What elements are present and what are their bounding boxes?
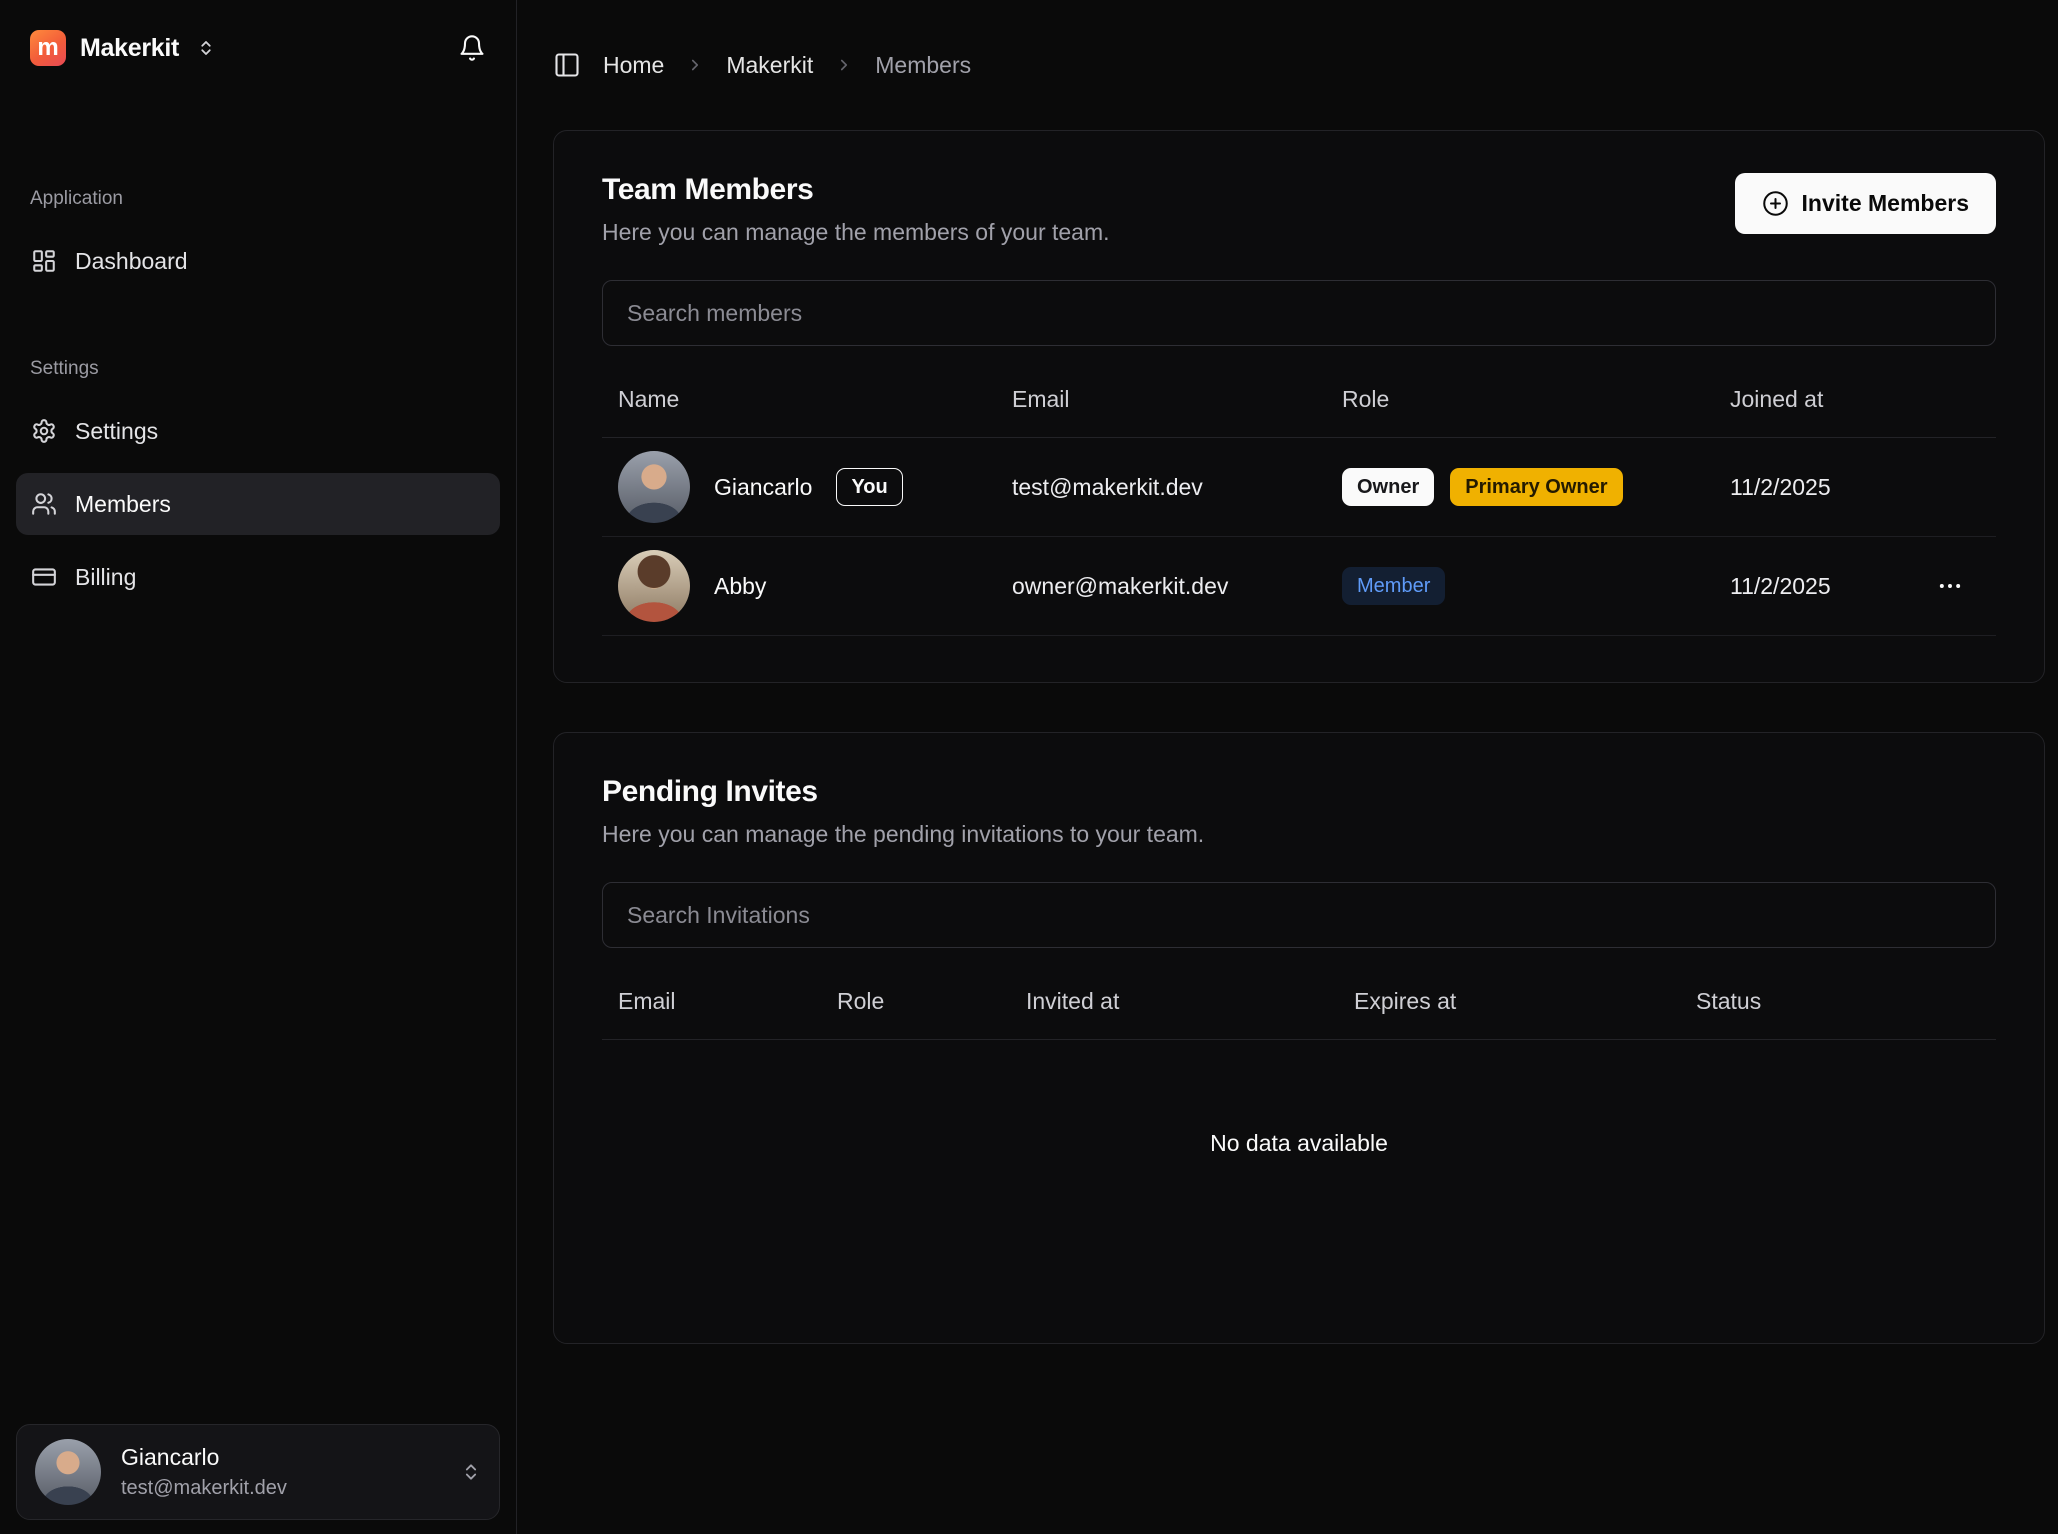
member-name: Giancarlo — [714, 474, 812, 501]
nav-list-settings: Settings Members Billing — [16, 400, 500, 608]
team-members-title: Team Members — [602, 173, 1110, 207]
pending-invites-card: Pending Invites Here you can manage the … — [553, 732, 2045, 1344]
member-email: owner@makerkit.dev — [996, 573, 1326, 600]
table-row: Giancarlo You test@makerkit.dev Owner Pr… — [602, 438, 1996, 537]
team-members-titles: Team Members Here you can manage the mem… — [602, 173, 1110, 246]
sidebar-item-label: Settings — [75, 418, 158, 445]
sidebar: m Makerkit Application Dashboard Setting… — [0, 0, 517, 1534]
breadcrumb-home[interactable]: Home — [603, 52, 664, 79]
user-avatar — [35, 1439, 101, 1505]
dashboard-icon — [31, 248, 57, 274]
team-members-subtitle: Here you can manage the members of your … — [602, 219, 1110, 246]
invites-table: Email Role Invited at Expires at Status … — [602, 962, 1996, 1297]
circle-plus-icon — [1762, 190, 1789, 217]
role-badge-owner: Owner — [1342, 468, 1434, 506]
breadcrumb: Home Makerkit Members — [553, 0, 2045, 130]
notifications-bell-icon[interactable] — [458, 34, 486, 62]
team-selector[interactable]: m Makerkit — [30, 30, 215, 66]
member-joined-cell: 11/2/2025 — [1714, 474, 1996, 501]
sidebar-item-dashboard[interactable]: Dashboard — [16, 230, 500, 292]
invite-members-label: Invite Members — [1802, 190, 1969, 217]
chevrons-up-down-icon — [197, 39, 215, 57]
search-members-input[interactable] — [602, 280, 1996, 346]
sidebar-item-billing[interactable]: Billing — [16, 546, 500, 608]
role-badge-member: Member — [1342, 567, 1445, 605]
brand-name: Makerkit — [80, 34, 179, 63]
search-invitations-input[interactable] — [602, 882, 1996, 948]
members-table-header: Name Email Role Joined at — [602, 360, 1996, 438]
user-email: test@makerkit.dev — [121, 1477, 287, 1500]
column-header-role: Role — [1326, 360, 1714, 437]
user-name: Giancarlo — [121, 1444, 287, 1471]
table-row: Abby owner@makerkit.dev Member 11/2/2025 — [602, 537, 1996, 636]
column-header-email: Email — [996, 360, 1326, 437]
member-avatar — [618, 451, 690, 523]
pending-invites-subtitle: Here you can manage the pending invitati… — [602, 821, 1996, 848]
invites-table-header: Email Role Invited at Expires at Status — [602, 962, 1996, 1040]
pending-invites-title: Pending Invites — [602, 775, 1996, 809]
sidebar-item-label: Billing — [75, 564, 136, 591]
sidebar-toggle-icon[interactable] — [553, 51, 581, 79]
sidebar-section-application: Application — [16, 188, 500, 210]
chevrons-up-down-icon — [461, 1462, 481, 1482]
column-header-role: Role — [821, 962, 1010, 1039]
sidebar-item-settings[interactable]: Settings — [16, 400, 500, 462]
member-joined-date: 11/2/2025 — [1730, 474, 1831, 501]
chevron-right-icon — [835, 56, 853, 74]
ellipsis-icon — [1936, 572, 1964, 600]
empty-state-text: No data available — [602, 1040, 1996, 1297]
nav-list-application: Dashboard — [16, 230, 500, 292]
member-name-cell: Abby — [602, 550, 996, 622]
breadcrumb-members: Members — [875, 52, 971, 79]
column-header-name: Name — [602, 360, 996, 437]
breadcrumb-makerkit[interactable]: Makerkit — [726, 52, 813, 79]
member-role-cell: Owner Primary Owner — [1326, 468, 1714, 506]
members-table: Name Email Role Joined at Giancarlo You … — [602, 360, 1996, 636]
team-members-card: Team Members Here you can manage the mem… — [553, 130, 2045, 683]
credit-card-icon — [31, 564, 57, 590]
role-badge-primary-owner: Primary Owner — [1450, 468, 1622, 506]
sidebar-section-settings: Settings — [16, 358, 500, 380]
row-actions-menu-button[interactable] — [1930, 566, 1970, 606]
brand-logo-letter: m — [37, 34, 58, 62]
member-name-cell: Giancarlo You — [602, 451, 996, 523]
column-header-email: Email — [602, 962, 821, 1039]
brand-logo: m — [30, 30, 66, 66]
member-joined-date: 11/2/2025 — [1730, 573, 1831, 600]
member-joined-cell: 11/2/2025 — [1714, 566, 1996, 606]
column-header-expires-at: Expires at — [1338, 962, 1680, 1039]
chevron-right-icon — [686, 56, 704, 74]
app-root: m Makerkit Application Dashboard Setting… — [0, 0, 2058, 1534]
column-header-joined-at: Joined at — [1714, 360, 1996, 437]
sidebar-item-label: Members — [75, 491, 171, 518]
member-role-cell: Member — [1326, 567, 1714, 605]
sidebar-item-members[interactable]: Members — [16, 473, 500, 535]
you-badge: You — [836, 468, 902, 506]
member-name: Abby — [714, 573, 766, 600]
column-header-invited-at: Invited at — [1010, 962, 1338, 1039]
sidebar-header: m Makerkit — [16, 20, 500, 76]
user-menu[interactable]: Giancarlo test@makerkit.dev — [16, 1424, 500, 1520]
column-header-status: Status — [1680, 962, 1996, 1039]
gear-icon — [31, 418, 57, 444]
member-email: test@makerkit.dev — [996, 474, 1326, 501]
team-members-header: Team Members Here you can manage the mem… — [602, 173, 1996, 246]
user-meta: Giancarlo test@makerkit.dev — [121, 1444, 287, 1500]
invite-members-button[interactable]: Invite Members — [1735, 173, 1996, 234]
main-content: Home Makerkit Members Team Members Here … — [517, 0, 2058, 1534]
member-avatar — [618, 550, 690, 622]
users-icon — [31, 491, 57, 517]
sidebar-item-label: Dashboard — [75, 248, 188, 275]
